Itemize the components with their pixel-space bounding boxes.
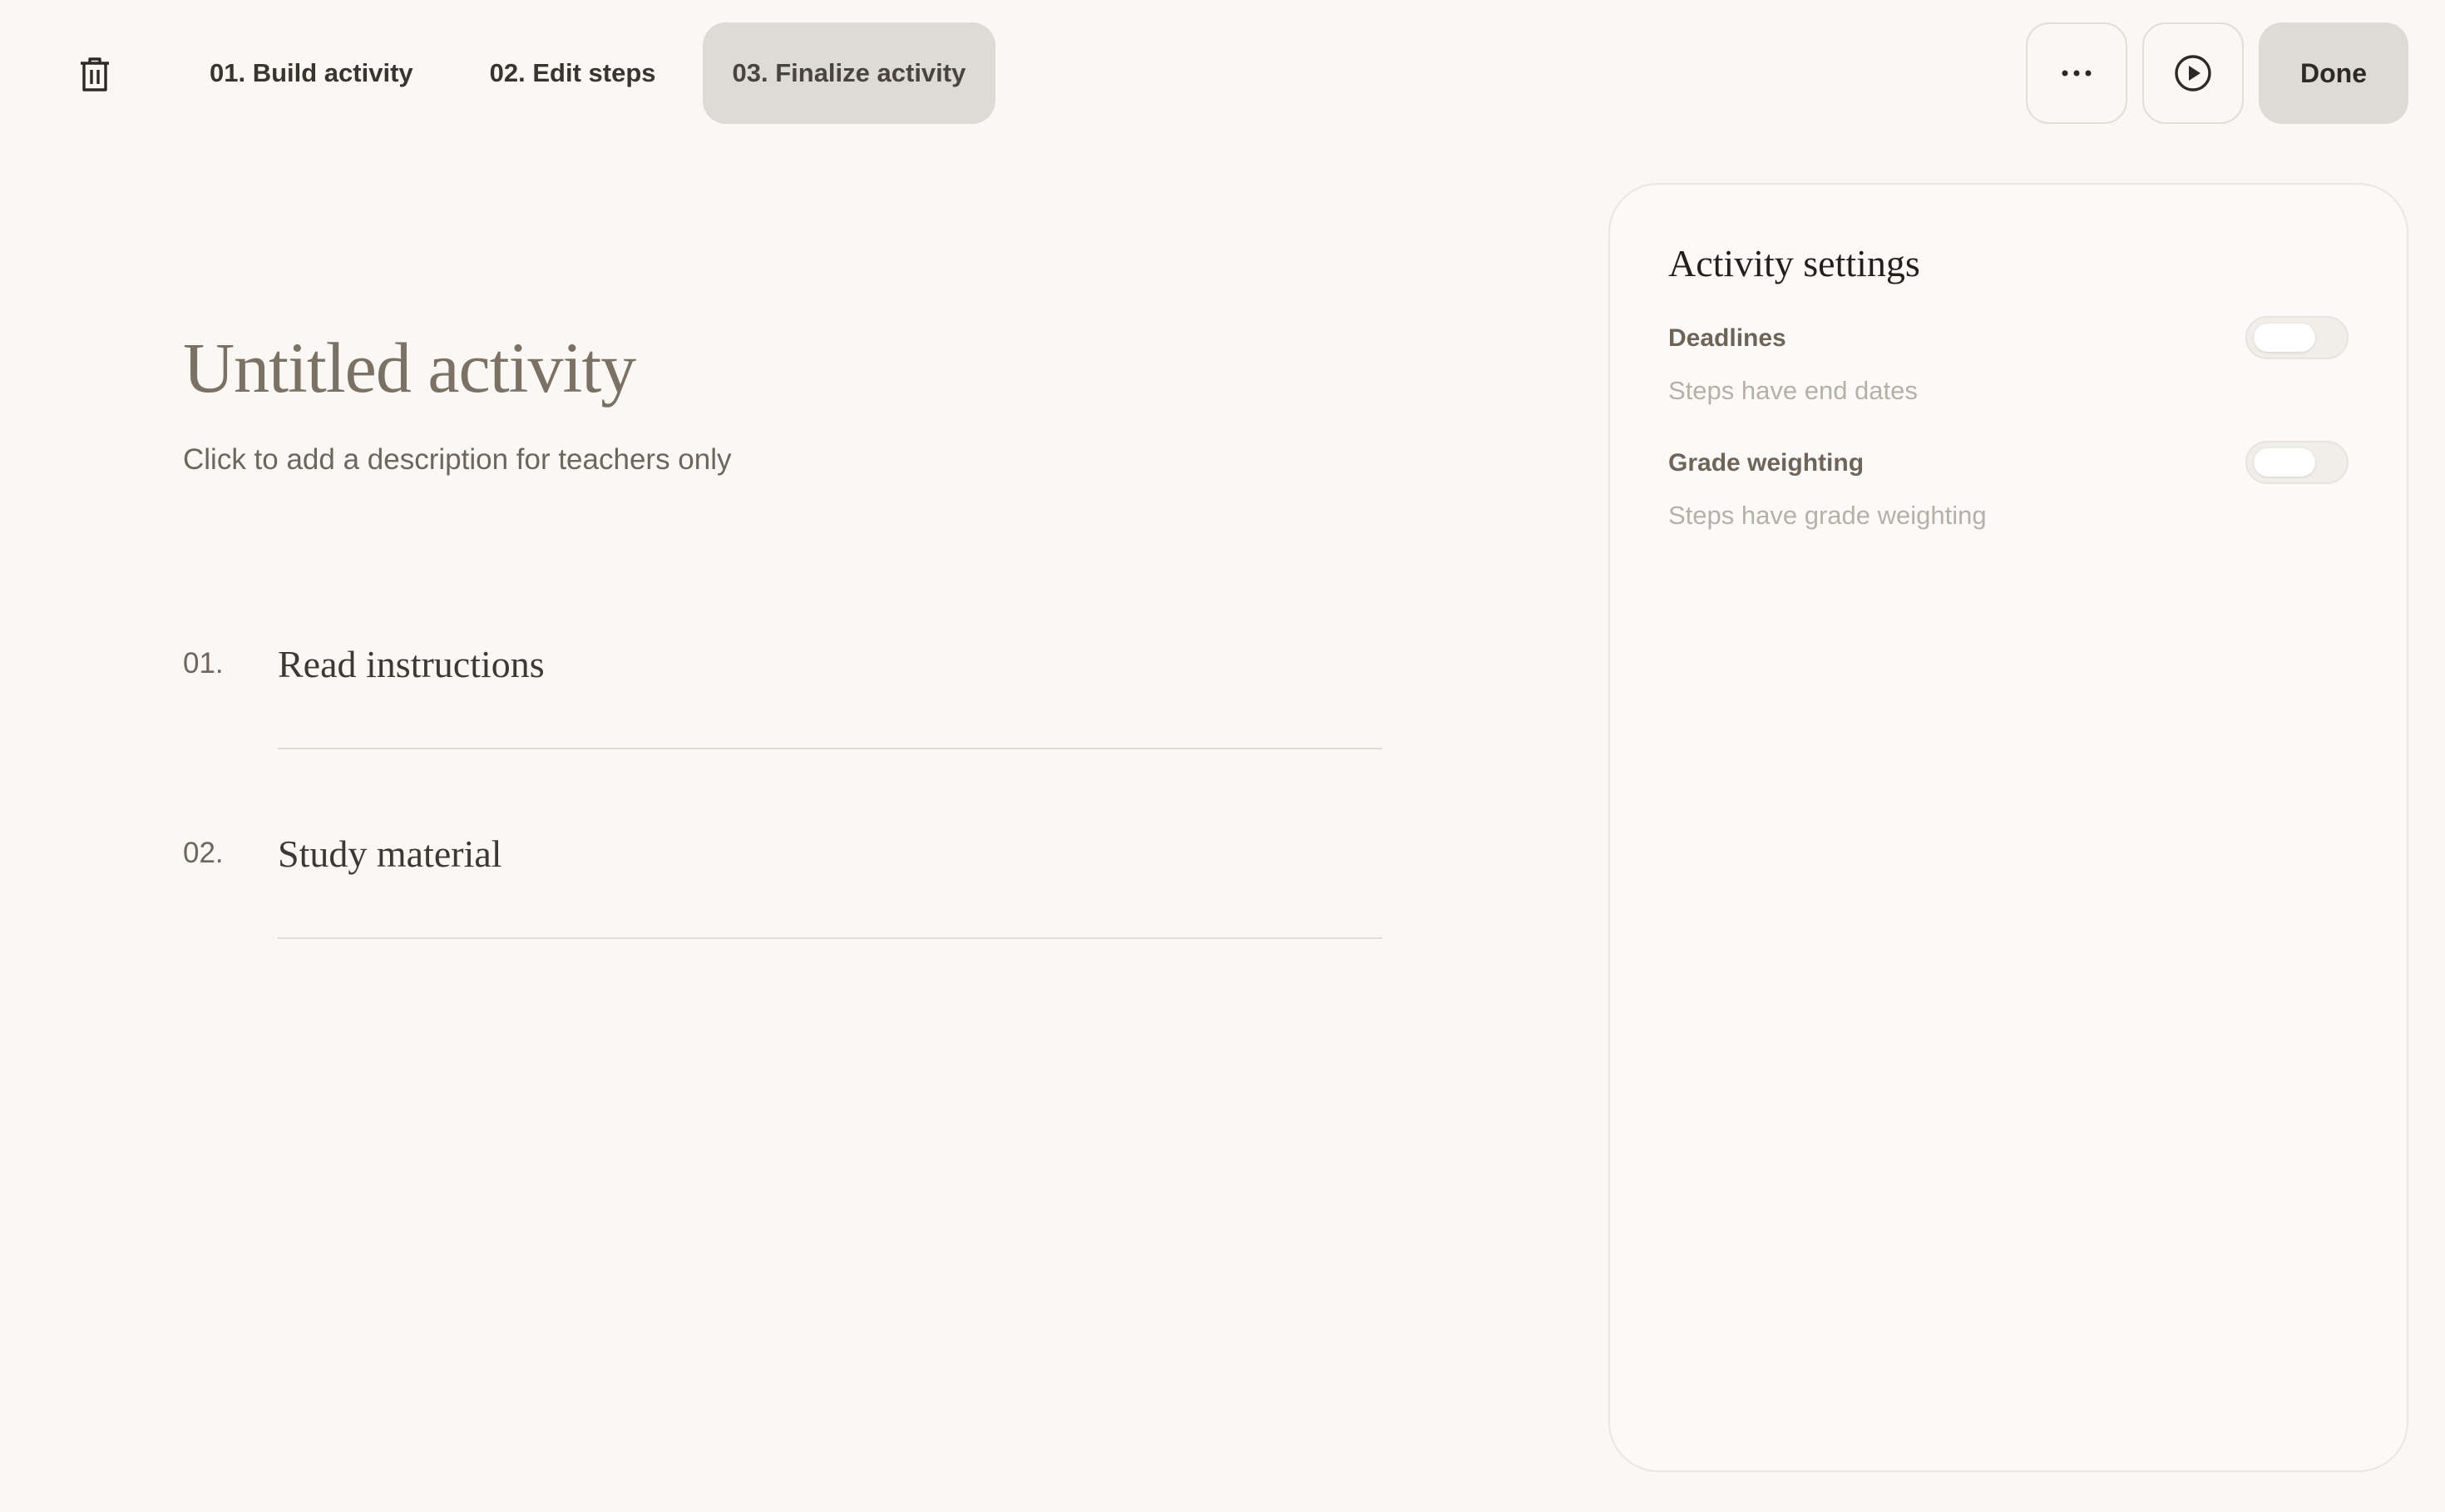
setting-label: Grade weighting bbox=[1668, 449, 1865, 477]
toggle-knob bbox=[2254, 448, 2315, 477]
done-button[interactable]: Done bbox=[2259, 22, 2408, 124]
setting-label: Deadlines bbox=[1668, 324, 1786, 352]
activity-settings-panel: Activity settings Deadlines Steps have e… bbox=[1608, 183, 2408, 1472]
more-options-button[interactable] bbox=[2026, 22, 2127, 124]
step-title[interactable]: Read instructions bbox=[278, 642, 545, 686]
setting-description: Steps have end dates bbox=[1668, 376, 1918, 405]
setting-grade-weighting: Grade weighting Steps have grade weighti… bbox=[1668, 441, 2349, 541]
toolbar-actions: Done bbox=[2026, 22, 2408, 124]
step-tabs: 01. Build activity 02. Edit steps 03. Fi… bbox=[180, 22, 996, 124]
step-divider bbox=[278, 937, 1382, 939]
ellipsis-icon bbox=[2062, 70, 2092, 77]
deadlines-toggle[interactable] bbox=[2245, 316, 2349, 359]
step-title[interactable]: Study material bbox=[278, 832, 502, 876]
step-number: 01. bbox=[183, 647, 224, 679]
setting-deadlines: Deadlines Steps have end dates bbox=[1668, 316, 2349, 416]
settings-title: Activity settings bbox=[1668, 242, 1920, 284]
activity-title[interactable]: Untitled activity bbox=[183, 326, 636, 409]
grade-weighting-toggle[interactable] bbox=[2245, 441, 2349, 484]
setting-description: Steps have grade weighting bbox=[1668, 501, 1987, 530]
tab-edit-steps[interactable]: 02. Edit steps bbox=[460, 22, 686, 124]
play-circle-icon bbox=[2175, 55, 2211, 91]
step-item: 02. Study material bbox=[183, 832, 1382, 948]
tab-finalize-activity[interactable]: 03. Finalize activity bbox=[702, 22, 996, 124]
step-divider bbox=[278, 748, 1382, 749]
activity-editor: 01. Build activity 02. Edit steps 03. Fi… bbox=[0, 0, 2445, 1512]
toggle-knob bbox=[2254, 324, 2315, 352]
delete-activity-button[interactable] bbox=[72, 52, 118, 98]
step-number: 02. bbox=[183, 837, 224, 869]
tab-build-activity[interactable]: 01. Build activity bbox=[180, 22, 443, 124]
trash-icon bbox=[81, 57, 109, 91]
activity-description[interactable]: Click to add a description for teachers … bbox=[183, 443, 732, 477]
step-item: 01. Read instructions bbox=[183, 642, 1382, 758]
preview-button[interactable] bbox=[2142, 22, 2244, 124]
